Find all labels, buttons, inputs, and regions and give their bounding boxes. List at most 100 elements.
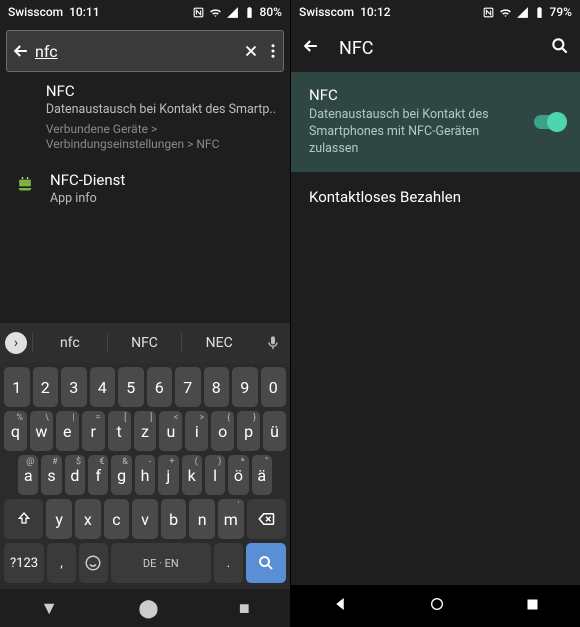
result-title: NFC <box>46 82 276 100</box>
key-l[interactable]: l) <box>205 455 225 495</box>
search-key[interactable] <box>246 543 286 583</box>
key-2[interactable]: 2 <box>33 367 59 407</box>
phone-right: Swisscom 10:12 79% NFC NFC Datenaustausc… <box>290 0 580 627</box>
back-icon[interactable] <box>301 36 321 60</box>
nav-home-icon[interactable]: ⬤ <box>138 598 158 619</box>
signal-icon <box>226 6 239 19</box>
result-title: NFC-Dienst <box>50 171 276 189</box>
key-u[interactable]: u< <box>159 411 182 451</box>
backspace-key[interactable] <box>247 499 286 539</box>
app-bar: NFC <box>291 24 580 72</box>
expand-suggestions-icon[interactable]: › <box>0 332 32 354</box>
battery-icon <box>533 6 546 19</box>
result-setting[interactable]: NFC Datenaustausch bei Kontakt des Smart… <box>14 82 276 153</box>
android-icon <box>14 171 36 208</box>
key-i[interactable]: i> <box>185 411 208 451</box>
key-3[interactable]: 3 <box>61 367 87 407</box>
key-7[interactable]: 7 <box>175 367 201 407</box>
key-h[interactable]: h- <box>135 455 155 495</box>
toggle-switch[interactable] <box>534 115 564 129</box>
suggestion-1[interactable]: nfc <box>32 333 107 353</box>
key-j[interactable]: j+ <box>158 455 178 495</box>
key-ö[interactable]: ö* <box>228 455 248 495</box>
space-key[interactable]: DE · EN <box>111 543 211 583</box>
nfc-toggle-row[interactable]: NFC Datenaustausch bei Kontakt des Smart… <box>291 72 580 172</box>
key-q[interactable]: q% <box>4 411 27 451</box>
key-v[interactable]: v <box>132 499 158 539</box>
key-a[interactable]: a@ <box>18 455 38 495</box>
key-d[interactable]: d$ <box>65 455 85 495</box>
signal-icon <box>516 6 529 19</box>
search-results: NFC Datenaustausch bei Kontakt des Smart… <box>0 74 290 323</box>
wifi-icon <box>209 6 222 19</box>
result-subtitle: App info <box>50 191 276 208</box>
nav-back-icon[interactable] <box>331 595 349 617</box>
suggestion-2[interactable]: NFC <box>107 333 182 353</box>
nav-home-icon[interactable] <box>429 596 445 616</box>
battery-pct: 80% <box>260 5 282 19</box>
symbols-key[interactable]: ?123 <box>4 543 44 583</box>
search-icon[interactable] <box>550 36 570 60</box>
wifi-icon <box>499 6 512 19</box>
period-key[interactable]: . <box>214 543 243 583</box>
key-m[interactable]: m' <box>218 499 244 539</box>
battery-pct: 79% <box>550 5 572 19</box>
key-t[interactable]: t[ <box>108 411 131 451</box>
clock: 10:12 <box>360 5 390 19</box>
key-8[interactable]: 8 <box>204 367 230 407</box>
key-e[interactable]: e| <box>56 411 79 451</box>
key-g[interactable]: g& <box>111 455 131 495</box>
nav-bar: ▼ ⬤ ■ <box>0 589 290 627</box>
mic-icon[interactable] <box>256 335 290 351</box>
key-n[interactable]: n <box>189 499 215 539</box>
key-o[interactable]: o{ <box>211 411 234 451</box>
contactless-pay-row[interactable]: Kontaktloses Bezahlen <box>291 172 580 222</box>
key-z[interactable]: z] <box>134 411 157 451</box>
key-ä[interactable]: ä" <box>252 455 272 495</box>
key-r[interactable]: r= <box>82 411 105 451</box>
key-p[interactable]: p} <box>237 411 260 451</box>
result-path: Verbundene Geräte > Verbindungseinstellu… <box>46 122 276 153</box>
page-title: NFC <box>339 38 532 59</box>
key-f[interactable]: f€ <box>88 455 108 495</box>
key-c[interactable]: c <box>104 499 130 539</box>
result-app[interactable]: NFC-Dienst App info <box>14 171 276 208</box>
nav-back-icon[interactable]: ▼ <box>40 598 58 619</box>
nav-bar <box>291 585 580 627</box>
key-ü[interactable]: ü <box>263 411 286 451</box>
search-input[interactable] <box>35 42 238 61</box>
key-0[interactable]: 0 <box>261 367 287 407</box>
setting-title: NFC <box>309 86 522 104</box>
nfc-status-icon <box>482 6 495 19</box>
key-x[interactable]: x <box>75 499 101 539</box>
key-w[interactable]: w\ <box>30 411 53 451</box>
result-subtitle: Datenaustausch bei Kontakt des Smartp.. <box>46 102 276 119</box>
key-9[interactable]: 9 <box>232 367 258 407</box>
key-6[interactable]: 6 <box>147 367 173 407</box>
key-5[interactable]: 5 <box>118 367 144 407</box>
carrier-label: Swisscom <box>299 5 354 19</box>
key-y[interactable]: y <box>46 499 72 539</box>
nfc-status-icon <box>192 6 205 19</box>
carrier-label: Swisscom <box>8 5 63 19</box>
key-b[interactable]: b <box>161 499 187 539</box>
key-k[interactable]: k( <box>182 455 202 495</box>
status-bar: Swisscom 10:12 79% <box>291 0 580 24</box>
battery-icon <box>243 6 256 19</box>
key-4[interactable]: 4 <box>90 367 116 407</box>
nav-recents-icon[interactable]: ■ <box>239 598 250 619</box>
status-bar: Swisscom 10:11 80% <box>0 0 290 24</box>
back-icon[interactable] <box>11 35 31 67</box>
suggestion-3[interactable]: NEC <box>181 333 256 353</box>
emoji-key[interactable] <box>79 543 108 583</box>
setting-subtitle: Datenaustausch bei Kontakt des Smartphon… <box>309 107 522 158</box>
keyboard-suggestions: › nfc NFC NEC <box>0 323 290 363</box>
nav-recents-icon[interactable] <box>525 597 540 616</box>
key-s[interactable]: s# <box>41 455 61 495</box>
comma-key[interactable]: , <box>47 543 76 583</box>
keyboard: 1234567890 q%w\e|r=t[z]u<i>o{p}ü a@s#d$f… <box>0 363 290 589</box>
clear-icon[interactable] <box>242 35 260 67</box>
shift-key[interactable] <box>4 499 43 539</box>
overflow-icon[interactable] <box>264 35 282 67</box>
key-1[interactable]: 1 <box>4 367 30 407</box>
